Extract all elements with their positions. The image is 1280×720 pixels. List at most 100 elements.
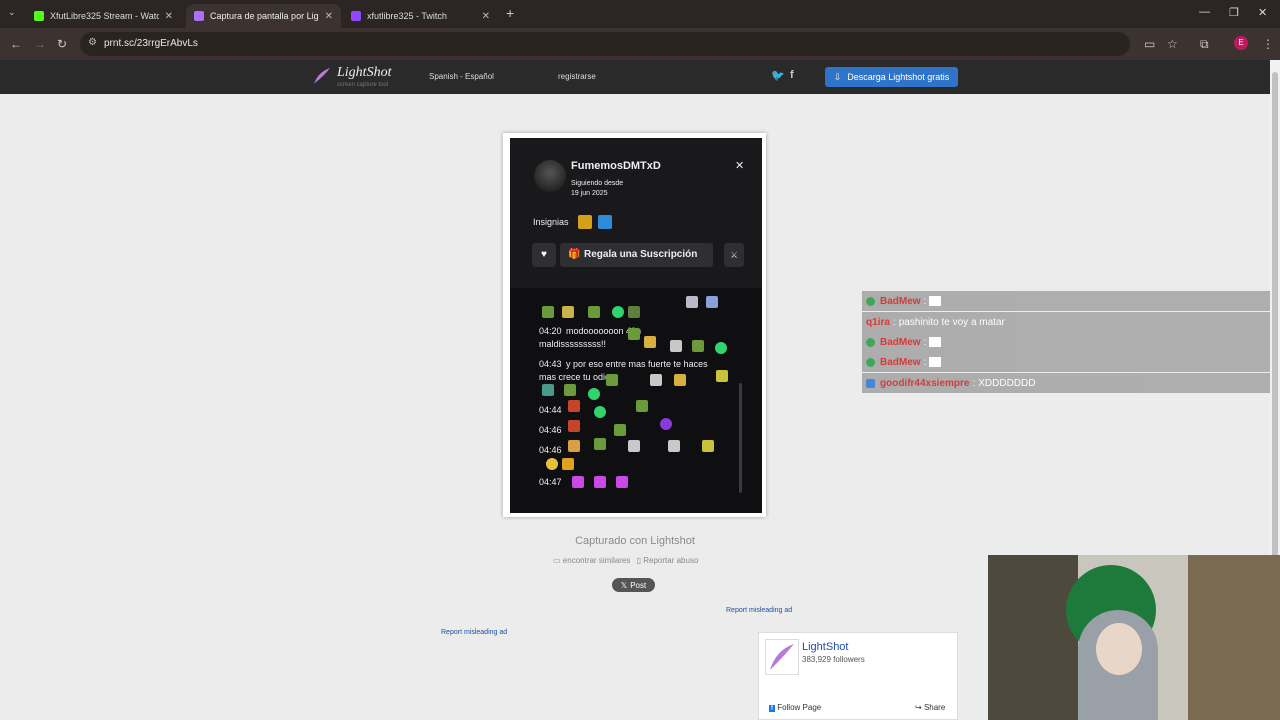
heart-emote-icon [594, 406, 606, 418]
report-abuse-link[interactable]: Reportar abuso [643, 556, 698, 565]
new-tab-button[interactable]: + [506, 5, 514, 21]
tab-search-icon[interactable]: ⌄ [8, 7, 16, 18]
logo-text[interactable]: LightShot [337, 65, 391, 81]
chat-username: BadMew [880, 295, 921, 307]
pepe-emote-icon [594, 438, 606, 450]
menu-icon[interactable]: ⋮ [1262, 37, 1274, 51]
verified-icon [866, 296, 875, 306]
streamer-face [1096, 623, 1142, 675]
close-icon[interactable]: ✕ [325, 11, 333, 22]
captured-caption: Capturado con Lightshot [575, 535, 695, 547]
profile-avatar[interactable]: E [1234, 36, 1248, 50]
kick-icon [34, 11, 44, 21]
download-button[interactable]: ⇩ Descarga Lightshot gratis [825, 67, 958, 87]
find-similar-link[interactable]: encontrar similares [563, 556, 631, 565]
tab-lightshot[interactable]: Captura de pantalla por Lightsh ✕ [186, 4, 341, 28]
pepe-emote-icon [636, 400, 648, 412]
webcam-background [988, 555, 1078, 720]
twitter-icon[interactable]: 🐦 [771, 69, 785, 82]
close-icon[interactable]: ✕ [482, 11, 490, 22]
mod-icon: ⚔ [724, 243, 744, 267]
report-ad-link[interactable]: Report misleading ad [726, 607, 792, 614]
verified-icon [866, 337, 875, 347]
chat-username: BadMew [880, 356, 921, 368]
share-button[interactable]: ↪ Share [915, 703, 945, 712]
emote-icon [650, 374, 662, 386]
badges-label: Insignias [533, 217, 569, 227]
verified-icon [866, 357, 875, 367]
share-icon: ↪ [915, 703, 922, 712]
following-label: Siguiendo desde [571, 180, 624, 187]
emote-icon [542, 384, 554, 396]
emote-icon [686, 296, 698, 308]
chat-text: pashinito te voy a matar [898, 316, 1005, 328]
hammer-badge-icon [598, 215, 612, 229]
post-button[interactable]: 𝕏 Post [612, 578, 655, 592]
tab-twitch[interactable]: xfutlibre325 - Twitch ✕ [343, 4, 498, 28]
minimize-icon[interactable]: — [1199, 6, 1210, 18]
image-icon: ▭ [553, 556, 561, 565]
site-header: LightShot screen capture tool Spanish - … [0, 60, 1270, 94]
address-bar[interactable]: ⚙ prnt.sc/23rrgErAbvLs [80, 32, 1130, 56]
heart-icon: ♥ [532, 243, 556, 267]
gift-icon: 🎁 [568, 249, 581, 260]
lightshot-logo-icon [765, 639, 799, 675]
emote-icon [562, 306, 574, 318]
reload-icon[interactable]: ↻ [57, 37, 67, 51]
nav-bar: ← → ↻ ⚙ prnt.sc/23rrgErAbvLs ▭ ☆ ⧉ E ⋮ [0, 28, 1280, 60]
extensions-icon[interactable]: ⧉ [1200, 37, 1209, 52]
chat-username: BadMew [880, 336, 921, 348]
close-icon[interactable]: ✕ [165, 11, 173, 22]
webcam-shelf [1188, 555, 1280, 720]
back-icon[interactable]: ← [10, 37, 22, 51]
pepe-emote-icon [606, 374, 618, 386]
forward-icon[interactable]: → [34, 37, 46, 51]
bookmark-star-icon[interactable]: ☆ [1167, 37, 1178, 51]
chat-text: maldisssssssss!! [539, 339, 607, 349]
post-label: Post [630, 580, 647, 590]
lightshot-icon [194, 11, 204, 21]
pepe-emote-icon [614, 424, 626, 436]
emote-icon [568, 400, 580, 412]
user-name: FumemosDMTxD [571, 160, 661, 172]
avatar [534, 160, 566, 192]
chat-time: 04:44 [539, 405, 562, 415]
chat-message: BadMew: [862, 291, 1270, 311]
restore-icon[interactable]: ❐ [1229, 6, 1239, 19]
screenshot-image[interactable]: FumemosDMTxD Siguiendo desde 19 jun 2025… [510, 138, 762, 513]
chat-message: goodifr44xsiempre: XDDDDDDD [862, 373, 1270, 393]
register-link[interactable]: registrarse [558, 72, 596, 81]
chat-message: q1ira: pashinito te voy a matar [862, 312, 1270, 332]
language-select[interactable]: Spanish - Español [429, 72, 494, 81]
site-info-icon[interactable]: ⚙ [88, 37, 97, 48]
pepe-emote-icon [564, 384, 576, 396]
chat-message: BadMew: [862, 332, 1270, 352]
close-window-icon[interactable]: ✕ [1258, 6, 1267, 19]
pepe-emote-icon [628, 328, 640, 340]
tab-kick[interactable]: XfutLibre325 Stream - Watch L ✕ [26, 4, 181, 28]
emote-icon [716, 370, 728, 382]
download-icon: ⇩ [833, 71, 842, 82]
install-icon[interactable]: ▭ [1144, 37, 1155, 51]
facebook-page-card: LightShot 383,929 followers f Follow Pag… [758, 632, 958, 720]
follow-label: Follow Page [777, 703, 822, 712]
emote-icon [706, 296, 718, 308]
crown-badge-icon [578, 215, 592, 229]
logo-subtitle: screen capture tool [337, 82, 389, 88]
emote-icon [568, 440, 580, 452]
follow-page-button[interactable]: f Follow Page [769, 703, 821, 712]
user-card: FumemosDMTxD Siguiendo desde 19 jun 2025… [510, 138, 762, 286]
following-date: 19 jun 2025 [571, 190, 608, 197]
pepe-emote-icon [588, 306, 600, 318]
download-label: Descarga Lightshot gratis [847, 72, 950, 82]
emote-icon [568, 420, 580, 432]
fb-page-name[interactable]: LightShot [802, 641, 848, 653]
facebook-icon: f [769, 705, 775, 712]
twitch-icon [351, 11, 361, 21]
share-label: Share [923, 703, 946, 712]
report-ad-link[interactable]: Report misleading ad [441, 629, 507, 636]
emote-icon [674, 374, 686, 386]
chat-pane: 04:20 modooooooon 40n maldisssssssss!! 0… [510, 288, 762, 513]
facebook-icon[interactable]: f [790, 69, 794, 81]
url-text[interactable]: prnt.sc/23rrgErAbvLs [104, 38, 198, 49]
